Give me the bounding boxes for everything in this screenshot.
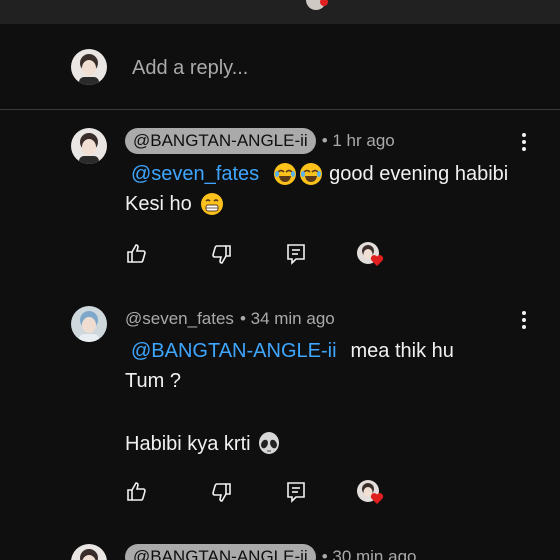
commenter-avatar[interactable] — [71, 128, 107, 164]
comment-text: Tum ? — [125, 370, 181, 392]
comment-meta: @seven_fates • 34 min ago — [125, 306, 335, 332]
comment-time: • 30 min ago — [321, 547, 417, 560]
heart-icon — [320, 0, 328, 6]
reply-icon[interactable] — [284, 242, 308, 266]
comment-text-line: Habibi kya krti 👽 — [125, 432, 281, 456]
more-vert-icon[interactable] — [514, 308, 534, 332]
dislike-icon[interactable] — [209, 480, 233, 504]
comment-item: @seven_fates • 34 min ago @BANGTAN-ANGLE… — [0, 306, 560, 506]
comment-text-line: Kesi ho 😁 — [125, 192, 224, 216]
comment-actions — [125, 242, 525, 268]
mention-link[interactable]: @seven_fates — [131, 163, 259, 186]
reply-input[interactable] — [132, 56, 512, 80]
comment-author[interactable]: @seven_fates — [125, 309, 234, 329]
reply-composer — [0, 24, 560, 110]
commenter-avatar[interactable] — [71, 306, 107, 342]
like-icon[interactable] — [125, 480, 149, 504]
comment-text-line: @seven_fates 😂😂 good evening habibi — [125, 162, 508, 186]
comment-time: • 1 hr ago — [321, 131, 395, 150]
comment-text: Kesi ho — [125, 192, 192, 215]
more-vert-icon[interactable] — [514, 130, 534, 154]
comment-meta: @BANGTAN-ANGLE-ii • 1 hr ago — [125, 128, 395, 154]
comment-item: @BANGTAN-ANGLE-ii • 30 min ago — [0, 542, 560, 560]
creator-heart-icon — [357, 480, 387, 508]
comment-author[interactable]: @BANGTAN-ANGLE-ii — [125, 128, 316, 154]
comment-item: @BANGTAN-ANGLE-ii • 1 hr ago @seven_fate… — [0, 128, 560, 298]
previous-comment-footer — [0, 0, 560, 24]
commenter-avatar[interactable] — [71, 544, 107, 560]
user-avatar — [71, 49, 107, 85]
like-icon[interactable] — [125, 242, 149, 266]
comment-text: good evening habibi — [329, 162, 509, 185]
comment-text-line: @BANGTAN-ANGLE-ii mea thik hu — [125, 340, 454, 363]
comment-actions — [125, 480, 525, 506]
comment-text: Habibi kya krti — [125, 432, 251, 455]
creator-heart-icon — [357, 242, 387, 270]
dislike-icon[interactable] — [209, 242, 233, 266]
mention-link[interactable]: @BANGTAN-ANGLE-ii — [131, 340, 337, 363]
comment-meta: @BANGTAN-ANGLE-ii • 30 min ago — [125, 544, 416, 560]
comment-text: mea thik hu — [350, 340, 454, 362]
grinning-emoji-icon: 😁 — [200, 192, 224, 216]
comment-time: • 34 min ago — [239, 309, 335, 328]
comment-author[interactable]: @BANGTAN-ANGLE-ii — [125, 544, 316, 560]
comment-text-line: Tum ? — [125, 370, 181, 393]
alien-emoji-icon: 👽 — [257, 432, 281, 456]
reply-icon[interactable] — [284, 480, 308, 504]
laughing-emoji-icon: 😂😂 — [273, 162, 323, 186]
